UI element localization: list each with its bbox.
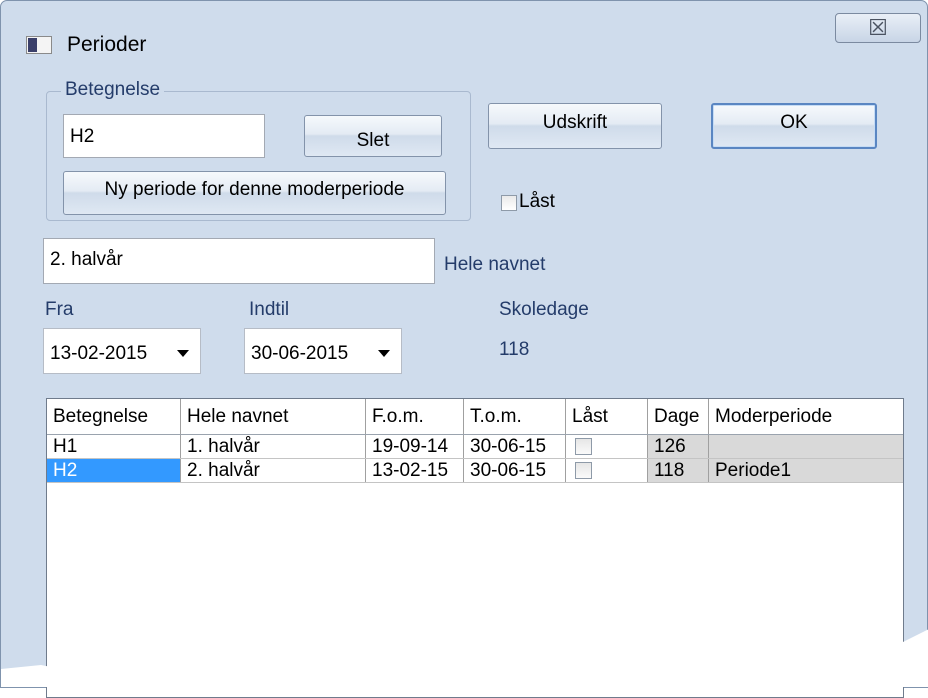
cell-from[interactable]: 19-09-14 (366, 435, 464, 458)
cell-locked[interactable] (566, 435, 648, 458)
school-days-value: 118 (499, 339, 530, 360)
row-locked-checkbox[interactable] (575, 462, 592, 479)
table-header: Betegnelse Hele navnet F.o.m. T.o.m. Lås… (47, 399, 903, 435)
cell-to[interactable]: 30-06-15 (464, 459, 566, 482)
designation-input[interactable]: H2 (63, 114, 265, 158)
row-locked-checkbox[interactable] (575, 438, 592, 455)
full-name-label: Hele navnet (444, 254, 546, 275)
delete-button[interactable]: Slet (304, 115, 442, 157)
column-header-locked[interactable]: Låst (566, 399, 648, 434)
cell-to[interactable]: 30-06-15 (464, 435, 566, 458)
locked-checkbox[interactable] (501, 195, 517, 211)
window-app-icon (26, 36, 52, 54)
until-label: Indtil (249, 299, 290, 320)
column-header-full-name[interactable]: Hele navnet (181, 399, 366, 434)
school-days-label: Skoledage (499, 299, 589, 320)
table-row[interactable]: H1 1. halvår 19-09-14 30-06-15 126 (47, 435, 903, 459)
column-header-to[interactable]: T.o.m. (464, 399, 566, 434)
table-row[interactable]: H2 2. halvår 13-02-15 30-06-15 118 Perio… (47, 459, 903, 483)
cell-designation[interactable]: H1 (47, 435, 181, 458)
close-button[interactable]: ☒ (835, 13, 921, 43)
new-period-button-label: Ny periode for denne moderperiode (104, 179, 405, 200)
cell-designation[interactable]: H2 (47, 459, 181, 482)
locked-label: Låst (519, 191, 555, 212)
cell-locked[interactable] (566, 459, 648, 482)
cell-full-name[interactable]: 2. halvår (181, 459, 366, 482)
until-date-value: 30-06-2015 (251, 343, 349, 364)
close-icon: ☒ (868, 15, 888, 40)
new-period-button[interactable]: Ny periode for denne moderperiode (63, 171, 446, 215)
print-button-label: Udskrift (542, 112, 608, 133)
cell-days: 118 (648, 459, 709, 482)
designation-group-legend: Betegnelse (61, 79, 165, 101)
cell-from[interactable]: 13-02-15 (366, 459, 464, 482)
delete-button-label: Slet (356, 130, 390, 151)
cell-parent-period (709, 435, 903, 458)
column-header-parent-period[interactable]: Moderperiode (709, 399, 903, 434)
title-bar: Perioder ☒ (1, 1, 927, 61)
column-header-days[interactable]: Dage (648, 399, 709, 434)
cell-parent-period: Periode1 (709, 459, 903, 482)
until-dropdown-icon[interactable] (378, 350, 390, 357)
ok-button[interactable]: OK (711, 103, 877, 149)
column-header-from[interactable]: F.o.m. (366, 399, 464, 434)
ok-button-label: OK (780, 112, 808, 133)
cell-full-name[interactable]: 1. halvår (181, 435, 366, 458)
column-header-designation[interactable]: Betegnelse (47, 399, 181, 434)
periods-dialog: Perioder ☒ Betegnelse H2 Slet Ny periode… (0, 0, 928, 698)
from-dropdown-icon[interactable] (177, 350, 189, 357)
window-title: Perioder (67, 33, 147, 56)
torn-edge-decoration (1, 617, 928, 687)
from-date-value: 13-02-2015 (50, 343, 148, 364)
cell-days: 126 (648, 435, 709, 458)
print-button[interactable]: Udskrift (488, 103, 662, 149)
full-name-input[interactable]: 2. halvår (43, 238, 435, 284)
from-label: Fra (45, 299, 74, 320)
